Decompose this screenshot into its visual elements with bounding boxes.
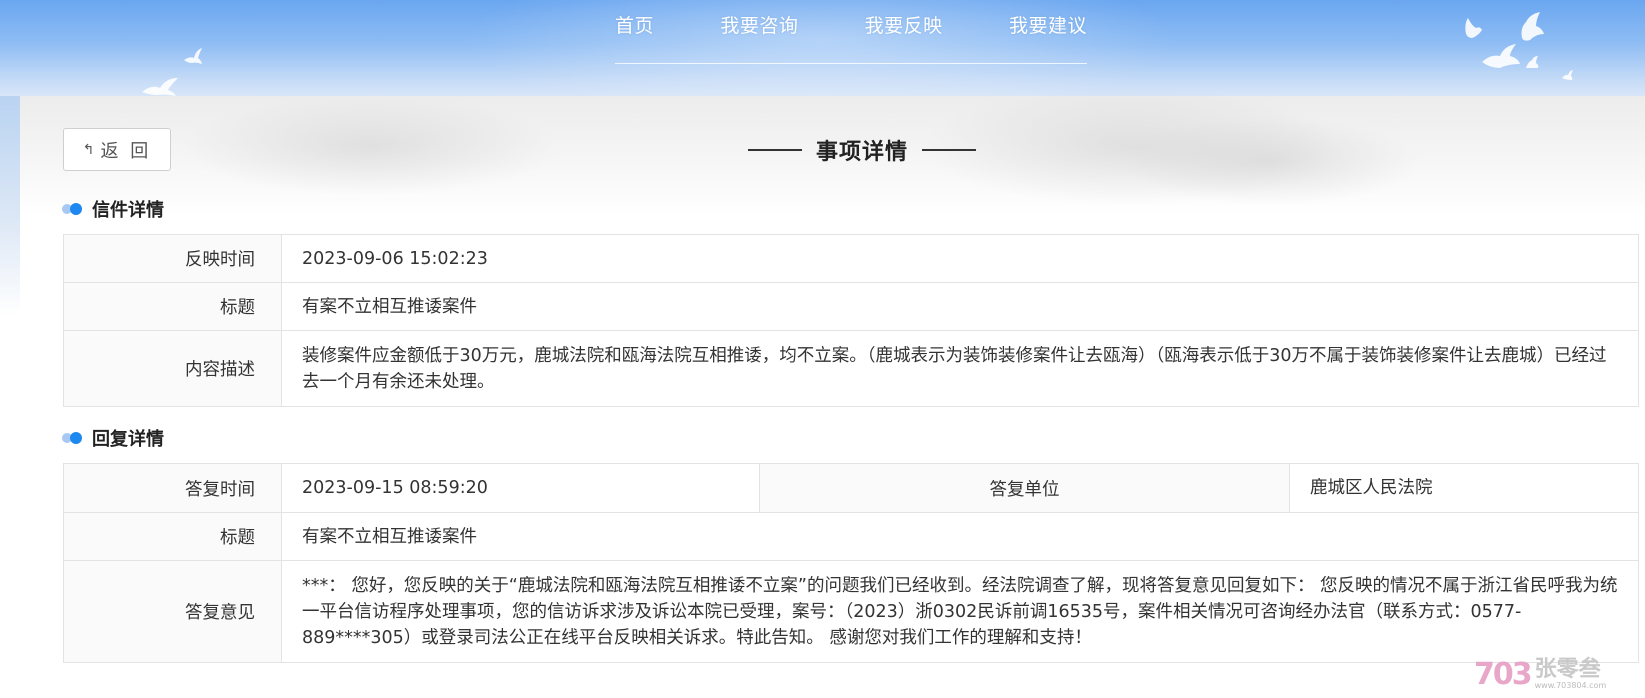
back-button-label: 返 回 (100, 140, 152, 162)
nav-report[interactable]: 我要反映 (865, 11, 943, 38)
content-description-value: 装修案件应金额低于30万元，鹿城法院和瓯海法院互相推诿，均不立案。（鹿城表示为装… (281, 330, 1639, 407)
table-row: 答复意见 ***： 您好，您反映的关于“鹿城法院和瓯海法院互相推诿不立案”的问题… (63, 560, 1639, 663)
table-row: 标题 有案不立相互推诿案件 (63, 512, 1639, 561)
table-row: 反映时间 2023-09-06 15:02:23 (63, 234, 1639, 283)
watermark-text: 张零叁 www.703804.com (1534, 656, 1607, 691)
report-time-label: 反映时间 (63, 234, 282, 283)
nav-home[interactable]: 首页 (615, 11, 654, 38)
reply-detail-table: 答复时间 2023-09-15 08:59:20 答复单位 鹿城区人民法院 标题… (63, 463, 1639, 663)
dove-icon (1462, 14, 1484, 42)
dove-icon (1516, 10, 1546, 44)
reply-unit-value: 鹿城区人民法院 (1289, 463, 1639, 513)
reply-time-label: 答复时间 (63, 463, 282, 513)
watermark-logo: 703 (1474, 656, 1533, 692)
reply-title-value: 有案不立相互推诿案件 (281, 512, 1639, 561)
table-row: 内容描述 装修案件应金额低于30万元，鹿城法院和瓯海法院互相推诿，均不立案。（鹿… (63, 330, 1639, 407)
nav-suggest[interactable]: 我要建议 (1009, 11, 1087, 38)
report-time-value: 2023-09-06 15:02:23 (281, 234, 1639, 283)
decor-shape (180, 96, 560, 196)
page-title: 事项详情 (738, 130, 986, 170)
letter-section-title: 信件详情 (92, 200, 164, 221)
dove-icon (1480, 44, 1522, 70)
dove-icon (1524, 54, 1540, 72)
page-title-text: 事项详情 (815, 139, 908, 165)
site-watermark: 703 张零叁 www.703804.com (1474, 650, 1645, 698)
letter-section-heading: 信件详情 (62, 196, 164, 222)
reply-unit-label: 答复单位 (759, 463, 1290, 513)
top-nav: 首页 我要咨询 我要反映 我要建议 (615, 0, 1087, 64)
content-description-label: 内容描述 (63, 330, 282, 407)
table-row: 答复时间 2023-09-15 08:59:20 答复单位 鹿城区人民法院 (63, 463, 1639, 513)
letter-title-label: 标题 (63, 282, 282, 331)
dove-icon (182, 46, 204, 68)
title-divider-left (747, 149, 802, 151)
arrow-back-icon: ↰ (82, 141, 95, 158)
reply-title-label: 标题 (63, 512, 282, 561)
reply-opinion-value: ***： 您好，您反映的关于“鹿城法院和瓯海法院互相推诿不立案”的问题我们已经收… (281, 560, 1639, 663)
title-divider-right (922, 149, 976, 151)
dove-icon (1560, 68, 1574, 82)
bullet-dot-icon (62, 202, 84, 216)
side-decoration (0, 96, 20, 316)
decor-shape (1120, 116, 1420, 206)
bullet-dot-icon (62, 431, 84, 445)
table-row: 标题 有案不立相互推诿案件 (63, 282, 1639, 331)
back-button[interactable]: ↰ 返 回 (63, 128, 171, 171)
header-banner: 首页 我要咨询 我要反映 我要建议 (0, 0, 1645, 110)
nav-consult[interactable]: 我要咨询 (720, 11, 798, 38)
letter-title-value: 有案不立相互推诿案件 (281, 282, 1639, 331)
reply-section-heading: 回复详情 (62, 425, 164, 451)
reply-section-title: 回复详情 (92, 429, 164, 450)
letter-detail-table: 反映时间 2023-09-06 15:02:23 标题 有案不立相互推诿案件 内… (63, 234, 1639, 407)
detail-card: ↰ 返 回 事项详情 信件详情 反映时间 2023-09-06 15:02:23… (20, 86, 1645, 698)
watermark-name: 张零叁 (1534, 656, 1601, 682)
reply-opinion-label: 答复意见 (63, 560, 282, 663)
watermark-url: www.703804.com (1534, 680, 1607, 690)
reply-time-value: 2023-09-15 08:59:20 (281, 463, 760, 513)
dove-icon (140, 76, 180, 98)
